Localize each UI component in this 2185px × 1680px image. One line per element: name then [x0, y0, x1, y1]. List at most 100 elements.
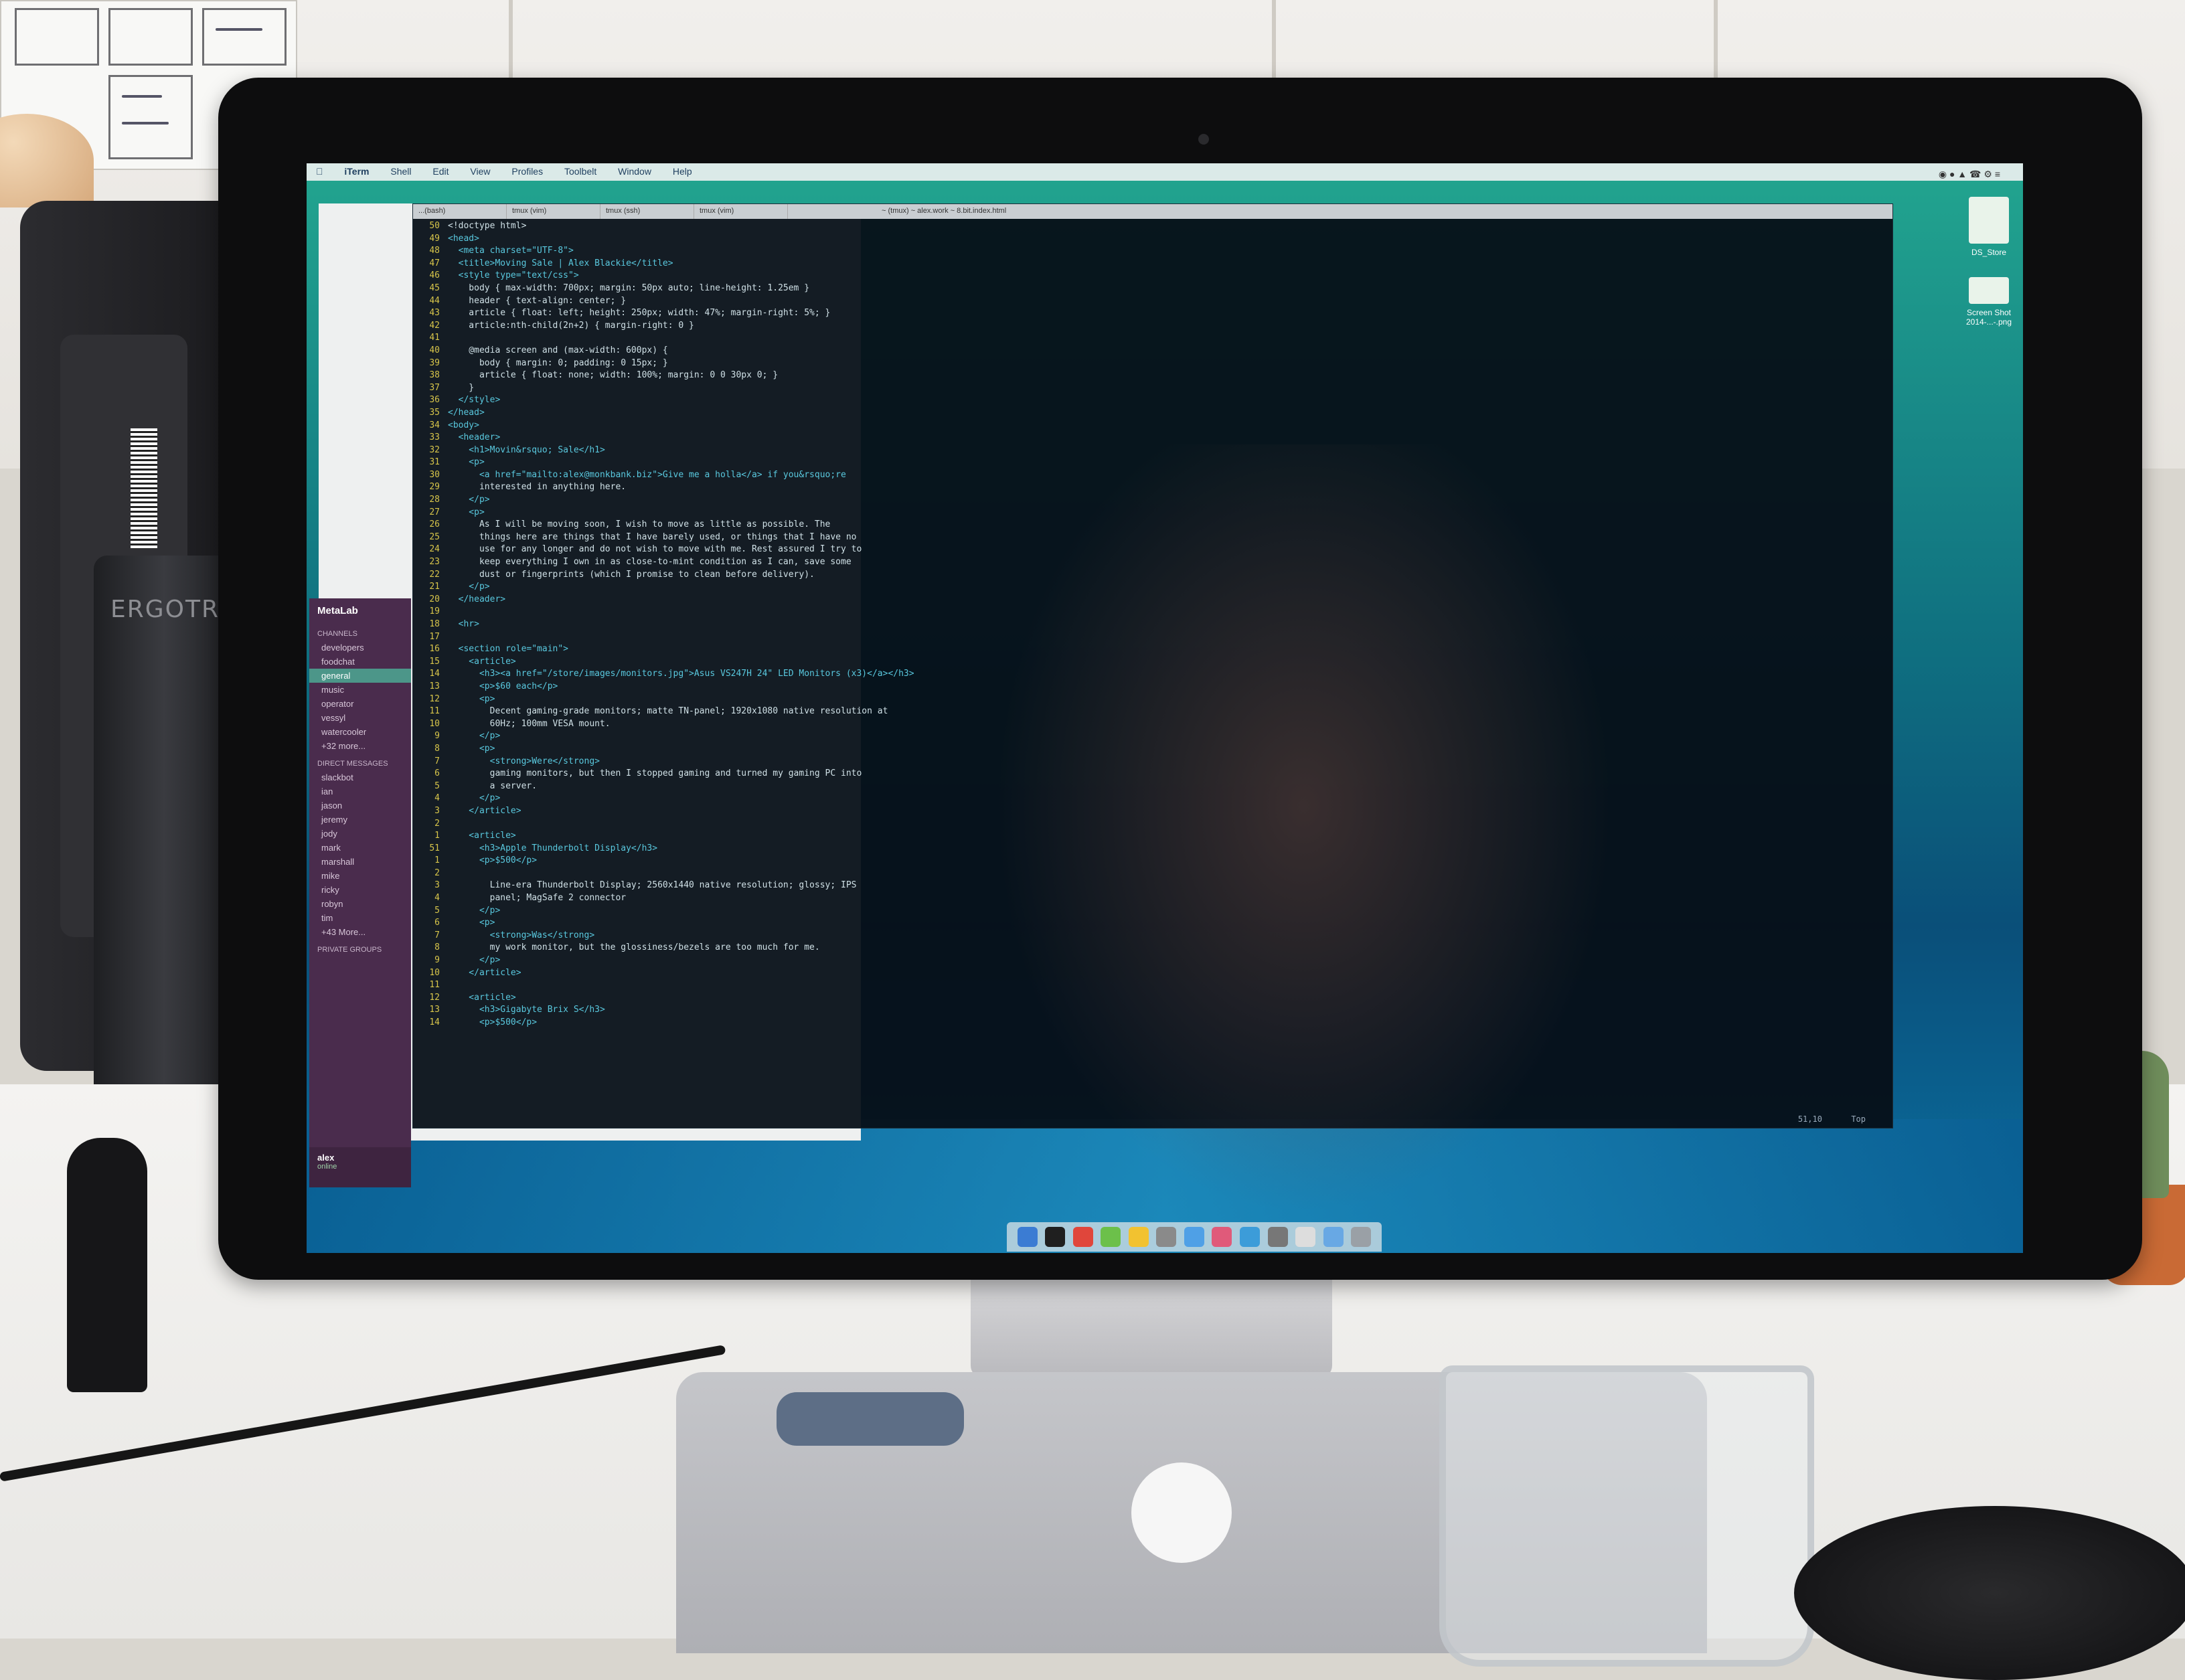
- dm-item[interactable]: tim: [309, 911, 411, 925]
- code-line: 49 <head>: [417, 233, 1892, 246]
- code-text: <article>: [448, 992, 516, 1003]
- menu-app-name[interactable]: iTerm: [335, 163, 378, 179]
- menu-edit[interactable]: Edit: [423, 163, 458, 179]
- code-line: 16 <section role="main">: [417, 643, 1892, 656]
- wireframe-box: [108, 75, 193, 159]
- terminal-tab[interactable]: tmux (ssh): [600, 204, 694, 219]
- dm-item[interactable]: ian: [309, 784, 411, 799]
- app-icon[interactable]: [1295, 1227, 1316, 1247]
- line-number: 22: [429, 569, 440, 580]
- code-text: }: [448, 382, 475, 393]
- app-icon[interactable]: [1128, 1227, 1149, 1247]
- desktop-screenshot-icon[interactable]: Screen Shot 2014-...-.png: [1965, 277, 2012, 327]
- code-line: 23 keep everything I own in as close-to-…: [417, 556, 1892, 569]
- dm-item[interactable]: ricky: [309, 883, 411, 897]
- image-file-icon: [1969, 277, 2009, 304]
- line-number: 37: [429, 382, 440, 393]
- app-icon[interactable]: [1101, 1227, 1121, 1247]
- channel-item[interactable]: operator: [309, 697, 411, 711]
- folder-icon[interactable]: [1323, 1227, 1344, 1247]
- line-number: 3: [434, 880, 440, 891]
- code-text: header { text-align: center; }: [448, 295, 627, 306]
- menu-view[interactable]: View: [461, 163, 499, 179]
- line-number: 33: [429, 432, 440, 443]
- app-icon[interactable]: [1184, 1227, 1204, 1247]
- code-line: 40 @media screen and (max-width: 600px) …: [417, 345, 1892, 357]
- app-icon[interactable]: [1240, 1227, 1261, 1247]
- code-text: <body>: [448, 420, 479, 430]
- line-number: 46: [429, 270, 440, 281]
- line-number: 47: [429, 258, 440, 268]
- status-icons[interactable]: ◉ ● ▲ ☎ ⚙ ≡: [1929, 166, 2010, 183]
- code-text: <style type="text/css">: [448, 270, 579, 281]
- dm-item[interactable]: robyn: [309, 897, 411, 911]
- dm-item[interactable]: jason: [309, 799, 411, 813]
- menu-toolbelt[interactable]: Toolbelt: [555, 163, 606, 179]
- line-number: 51: [429, 843, 440, 853]
- trash-icon[interactable]: [1351, 1227, 1372, 1247]
- code-line: 51 <h3>Apple Thunderbolt Display</h3>: [417, 843, 1892, 855]
- line-number: 3: [434, 805, 440, 816]
- file-icon: [1969, 197, 2009, 244]
- current-user[interactable]: alex online: [309, 1147, 411, 1187]
- dm-item[interactable]: marshall: [309, 855, 411, 869]
- dm-item[interactable]: jody: [309, 827, 411, 841]
- line-number: 5: [434, 905, 440, 916]
- code-text: <hr>: [448, 619, 479, 629]
- code-text: <!doctype html>: [448, 221, 527, 231]
- desktop-file-icon[interactable]: DS_Store: [1965, 197, 2012, 257]
- thunderbolt-display:  iTerm Shell Edit View Profiles Toolbel…: [218, 78, 2142, 1280]
- code-line: 36 </style>: [417, 394, 1892, 407]
- menu-shell[interactable]: Shell: [381, 163, 420, 179]
- channel-item[interactable]: foodchat: [309, 655, 411, 669]
- channels-heading[interactable]: CHANNELS: [309, 623, 411, 641]
- chrome-icon[interactable]: [1072, 1227, 1093, 1247]
- user-name: alex: [317, 1153, 335, 1163]
- channel-item[interactable]: music: [309, 683, 411, 697]
- apple-menu-icon[interactable]: : [307, 163, 333, 179]
- team-name[interactable]: MetaLab: [309, 598, 411, 623]
- code-line: 9 </p>: [417, 954, 1892, 967]
- menu-help[interactable]: Help: [663, 163, 702, 179]
- user-status: online: [317, 1163, 337, 1171]
- code-line: 12 <article>: [417, 992, 1892, 1005]
- channel-item-active[interactable]: general: [309, 669, 411, 683]
- line-number: 25: [429, 531, 440, 542]
- app-icon[interactable]: [1267, 1227, 1288, 1247]
- dm-item[interactable]: slackbot: [309, 770, 411, 784]
- code-line: 31 <p>: [417, 456, 1892, 469]
- finder-icon[interactable]: [1017, 1227, 1038, 1247]
- code-text: interested in anything here.: [448, 482, 627, 493]
- private-groups-heading[interactable]: PRIVATE GROUPS: [309, 939, 411, 956]
- code-text: </head>: [448, 407, 485, 418]
- dm-item[interactable]: mark: [309, 841, 411, 855]
- dm-item[interactable]: mike: [309, 869, 411, 883]
- terminal-tab[interactable]: tmux (vim): [694, 204, 788, 219]
- more-channels-link[interactable]: +32 more...: [309, 739, 411, 753]
- dm-heading[interactable]: DIRECT MESSAGES: [309, 753, 411, 770]
- dm-item[interactable]: jeremy: [309, 813, 411, 827]
- screen:  iTerm Shell Edit View Profiles Toolbel…: [307, 163, 2023, 1253]
- terminal-tab-bar: ...(bash) tmux (vim) tmux (ssh) tmux (vi…: [413, 204, 1892, 219]
- channel-item[interactable]: watercooler: [309, 725, 411, 739]
- app-icon[interactable]: [1156, 1227, 1177, 1247]
- code-line: 37 }: [417, 382, 1892, 395]
- code-line: 43 article { float: left; height: 250px;…: [417, 307, 1892, 320]
- channel-item[interactable]: developers: [309, 641, 411, 655]
- terminal-tab[interactable]: tmux (vim): [507, 204, 600, 219]
- code-text: <h3>Gigabyte Brix S</h3>: [448, 1005, 605, 1015]
- line-number: 31: [429, 457, 440, 468]
- terminal-tab[interactable]: ...(bash): [413, 204, 507, 219]
- code-line: 5 a server.: [417, 780, 1892, 793]
- line-number: 2: [434, 818, 440, 829]
- code-text: <h3>Apple Thunderbolt Display</h3>: [448, 843, 658, 853]
- terminal-icon[interactable]: [1045, 1227, 1066, 1247]
- more-dms-link[interactable]: +43 More...: [309, 925, 411, 939]
- code-line: 13 <h3>Gigabyte Brix S</h3>: [417, 1004, 1892, 1017]
- code-editor[interactable]: 50 <!doctype html> 49 <head> 48 <meta charse…: [413, 220, 1892, 1108]
- menu-window[interactable]: Window: [609, 163, 661, 179]
- channel-item[interactable]: vessyl: [309, 711, 411, 725]
- terminal-window[interactable]: ...(bash) tmux (vim) tmux (ssh) tmux (vi…: [412, 203, 1893, 1128]
- app-icon[interactable]: [1212, 1227, 1232, 1247]
- menu-profiles[interactable]: Profiles: [502, 163, 552, 179]
